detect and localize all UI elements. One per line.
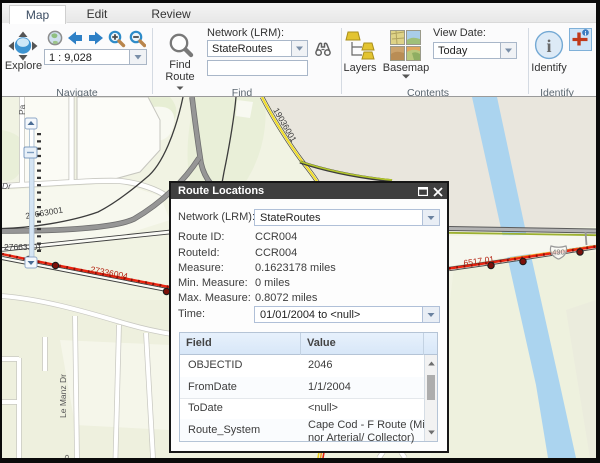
- svg-text:i: i: [585, 30, 587, 37]
- svg-text:27663101: 27663101: [4, 242, 42, 252]
- svg-text:Le Manz Dr: Le Manz Dr: [58, 374, 68, 418]
- svg-text:Pa: Pa: [17, 104, 27, 115]
- svg-text:Dr: Dr: [2, 181, 12, 191]
- svg-text:i: i: [546, 36, 551, 56]
- svg-text:490: 490: [552, 248, 565, 257]
